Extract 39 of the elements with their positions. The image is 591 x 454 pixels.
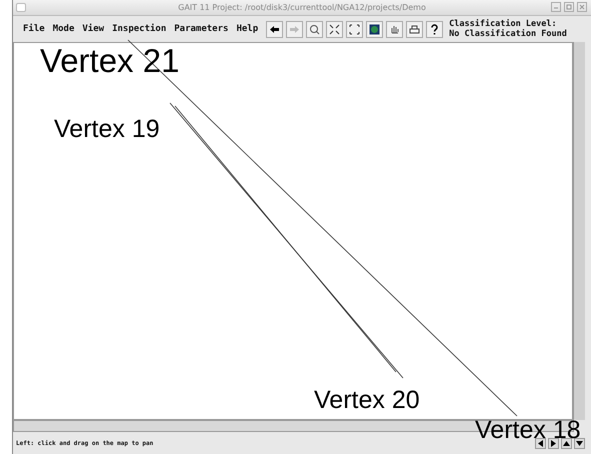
menu-item[interactable]: Help [232, 24, 262, 34]
down-arrow-icon [575, 438, 584, 448]
up-arrow-icon [562, 438, 571, 448]
classification-label: Classification Level: [449, 19, 558, 29]
pan-button[interactable] [548, 438, 559, 448]
classification-value: No Classification Found [449, 29, 567, 39]
hand-icon [389, 24, 400, 34]
vertex-label: Vertex 20 [314, 388, 420, 413]
window-title: GAIT 11 Project: /root/disk3/currenttool/NGA12/projects/Demo [178, 3, 426, 12]
zoom-out-icon [349, 24, 360, 34]
left-arrow-icon [536, 438, 545, 448]
toolbar-button[interactable] [386, 20, 404, 38]
toolbar-button[interactable] [306, 20, 324, 38]
pan-button[interactable] [574, 438, 585, 448]
vertical-scrollbar[interactable] [573, 42, 585, 420]
toolbar-button[interactable] [326, 20, 344, 38]
toolbar-button[interactable] [426, 20, 444, 38]
help-icon [429, 24, 440, 34]
vertex-label: Vertex 19 [54, 117, 160, 142]
vertex-label: Vertex 21 [40, 44, 180, 77]
toolbar-button[interactable] [406, 20, 424, 38]
menu-item[interactable]: Parameters [170, 24, 232, 34]
menu-item[interactable]: Inspection [108, 24, 170, 34]
toolbar-button[interactable] [366, 20, 384, 38]
search-icon [309, 24, 320, 34]
back-arrow-icon [269, 24, 280, 34]
right-arrow-icon [549, 438, 558, 448]
pan-button[interactable] [561, 438, 572, 448]
printer-icon [409, 24, 420, 34]
forward-arrow-icon [289, 24, 300, 34]
globe-icon [369, 24, 380, 34]
menu-item[interactable]: View [78, 24, 108, 34]
toolbar-button[interactable] [266, 20, 284, 38]
menu-item[interactable]: Mode [48, 24, 78, 34]
toolbar-button[interactable] [346, 20, 364, 38]
menu-item[interactable]: File [19, 24, 49, 34]
pan-button[interactable] [535, 438, 546, 448]
zoom-in-icon [329, 24, 340, 34]
vertex-label: Vertex 18 [475, 418, 581, 443]
